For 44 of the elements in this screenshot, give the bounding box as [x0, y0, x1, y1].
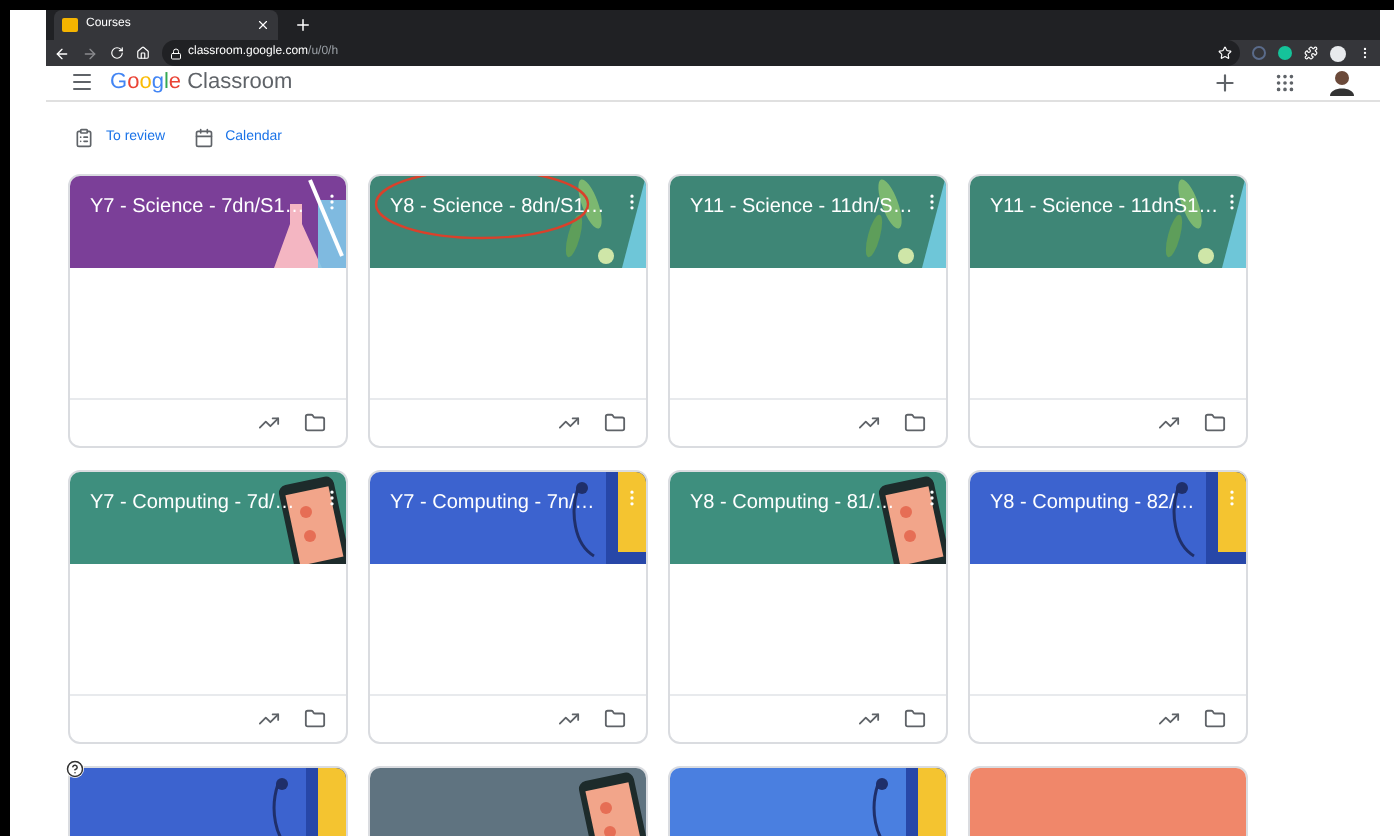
trend-icon[interactable]	[858, 708, 880, 730]
trend-icon[interactable]	[258, 708, 280, 730]
folder-icon[interactable]	[904, 708, 926, 730]
folder-icon[interactable]	[1204, 708, 1226, 730]
trend-icon[interactable]	[858, 412, 880, 434]
google-classroom-logo[interactable]: Google Classroom	[110, 66, 293, 99]
trend-icon[interactable]	[558, 412, 580, 434]
folder-icon[interactable]	[604, 708, 626, 730]
course-title[interactable]: Y7 - Computing - 7n/…	[390, 488, 595, 518]
lock-icon	[170, 47, 182, 59]
folder-icon[interactable]	[904, 412, 926, 434]
home-icon[interactable]	[136, 46, 150, 60]
folder-icon[interactable]	[604, 412, 626, 434]
back-icon[interactable]	[54, 45, 70, 61]
trend-icon[interactable]	[258, 412, 280, 434]
course-card[interactable]: Y11 - Science - 11dnS1…	[968, 174, 1248, 448]
course-card[interactable]: Y11 - Science - 11dn/S…	[668, 174, 948, 448]
course-title[interactable]: Y8 - Computing - 82/…	[990, 488, 1195, 518]
add-icon[interactable]	[1212, 69, 1238, 96]
new-tab-icon[interactable]	[294, 16, 312, 34]
trend-icon[interactable]	[558, 708, 580, 730]
classroom-favicon-icon	[62, 18, 78, 32]
help-icon[interactable]	[66, 760, 84, 778]
bookmark-star-icon[interactable]	[1218, 46, 1232, 60]
folder-icon[interactable]	[304, 412, 326, 434]
trend-icon[interactable]	[1158, 412, 1180, 434]
course-card[interactable]: Y7 - Computing - 7n/…	[368, 470, 648, 744]
calendar-icon	[193, 127, 214, 148]
menu-icon[interactable]	[70, 70, 94, 95]
course-title[interactable]: Y11 - Science - 11dnS1…	[990, 192, 1219, 222]
profile-avatar[interactable]	[1330, 45, 1346, 61]
course-card[interactable]: Y8 - Computing - 82/…	[968, 470, 1248, 744]
browser-menu-icon[interactable]	[1358, 46, 1372, 60]
reload-icon[interactable]	[110, 46, 124, 60]
course-title[interactable]: Y11 - Science - 11dn/S…	[690, 192, 913, 222]
extensions-puzzle-icon[interactable]	[1304, 46, 1318, 60]
folder-icon[interactable]	[1204, 412, 1226, 434]
clipboard-icon	[74, 127, 94, 148]
forward-icon[interactable]	[82, 45, 98, 61]
user-avatar-icon[interactable]	[1328, 68, 1356, 97]
apps-grid-icon[interactable]	[1274, 71, 1296, 94]
close-icon[interactable]	[256, 18, 270, 32]
folder-icon[interactable]	[304, 708, 326, 730]
trend-icon[interactable]	[1158, 708, 1180, 730]
